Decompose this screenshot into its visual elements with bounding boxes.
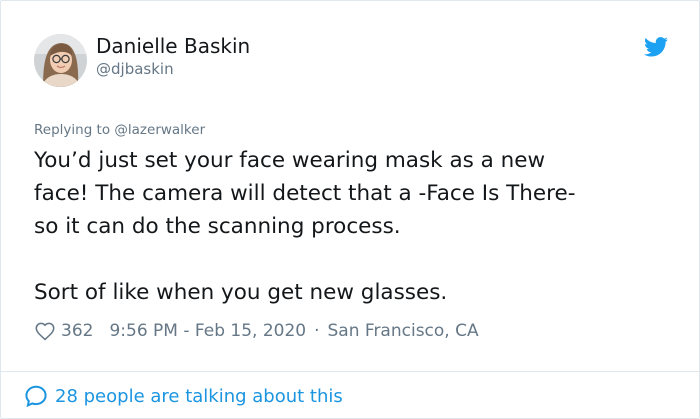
author-handle[interactable]: @djbaskin bbox=[96, 59, 174, 79]
avatar-image bbox=[34, 34, 87, 87]
replying-to-prefix: Replying to bbox=[34, 122, 115, 138]
tweet-line: so it can do the scanning process. bbox=[34, 214, 401, 239]
reply-mention-link[interactable]: @lazerwalker bbox=[114, 122, 205, 138]
avatar[interactable] bbox=[34, 34, 87, 87]
conversation-link[interactable]: 28 people are talking about this bbox=[24, 383, 343, 409]
tweet-card: Danielle Baskin @djbaskin Replying to @l… bbox=[0, 0, 700, 419]
conversation-link-text[interactable]: 28 people are talking about this bbox=[55, 386, 343, 407]
tweet-line: You’d just set your face wearing mask as… bbox=[34, 148, 546, 173]
tweet-meta: 362 9:56 PM - Feb 15, 2020 · San Francis… bbox=[34, 319, 479, 343]
tweet-timestamp[interactable]: 9:56 PM - Feb 15, 2020 bbox=[109, 321, 306, 341]
footer-divider bbox=[1, 371, 699, 372]
heart-icon[interactable] bbox=[34, 320, 56, 342]
author-display-name[interactable]: Danielle Baskin bbox=[96, 33, 250, 59]
tweet-line: Sort of like when you get new glasses. bbox=[34, 280, 448, 305]
twitter-bird-icon[interactable] bbox=[644, 37, 668, 57]
tweet-location[interactable]: San Francisco, CA bbox=[328, 321, 479, 341]
tweet-line: face! The camera will detect that a -Fac… bbox=[34, 181, 576, 206]
like-count[interactable]: 362 bbox=[61, 321, 93, 341]
tweet-text: You’d just set your face wearing mask as… bbox=[34, 144, 674, 309]
speech-bubble-icon bbox=[25, 385, 47, 408]
meta-separator: · bbox=[314, 321, 320, 341]
replying-to: Replying to @lazerwalker bbox=[34, 121, 205, 139]
